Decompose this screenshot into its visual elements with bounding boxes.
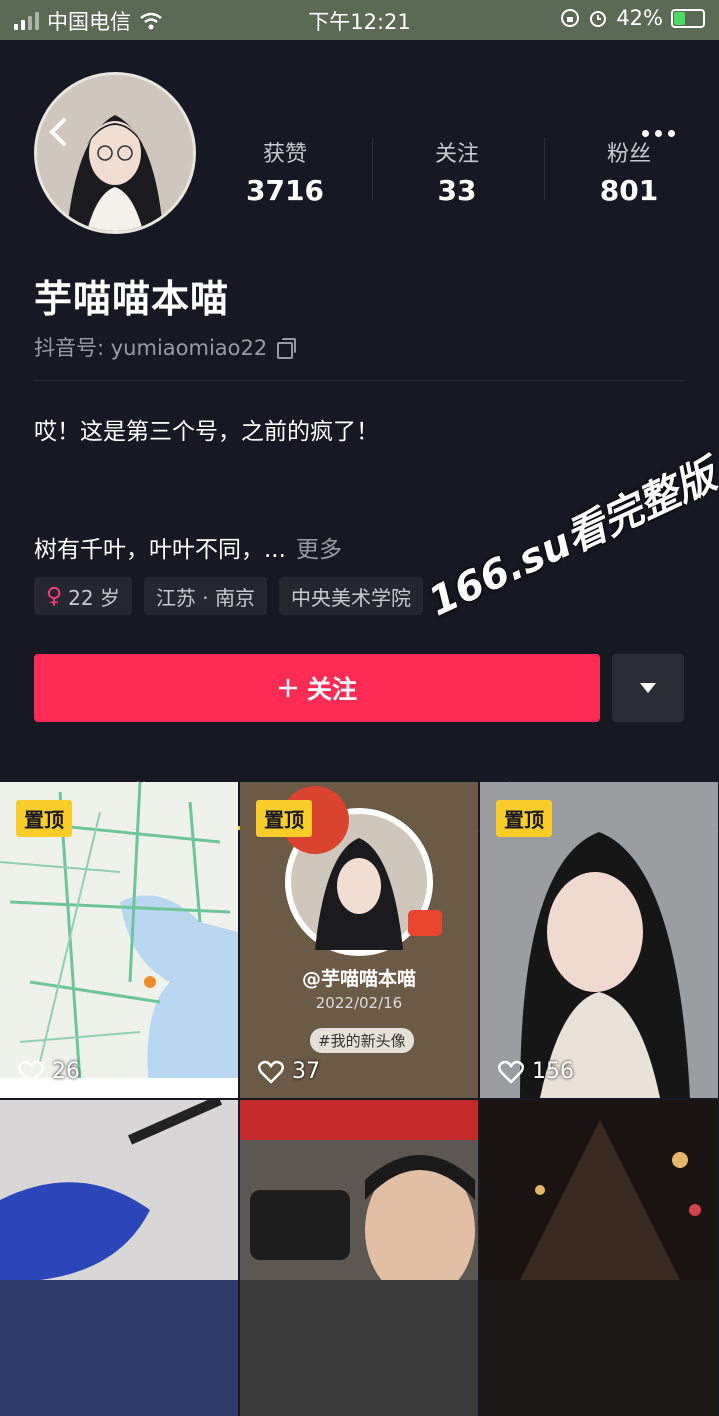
bio-line-1: 哎！这是第三个号，之前的疯了！: [34, 419, 379, 445]
likes-count: 37: [292, 1059, 320, 1084]
profile-name: 芋喵喵本喵: [34, 277, 230, 321]
video-thumbnail[interactable]: 置顶 26: [0, 782, 238, 1098]
avatar[interactable]: [34, 72, 196, 234]
stat-label: 粉丝: [606, 142, 651, 167]
copy-icon[interactable]: [277, 338, 297, 359]
showroom-image: [240, 1100, 478, 1300]
video-likes: 156: [498, 1059, 574, 1084]
video-likes: 37: [258, 1059, 320, 1084]
battery-icon: [671, 8, 705, 28]
overlay-hashtag: #我的新头像: [310, 1028, 414, 1053]
video-thumbnail[interactable]: 置顶 156: [480, 782, 718, 1098]
status-right: 42%: [560, 6, 705, 30]
pinned-badge: 置顶: [496, 800, 552, 837]
battery-percent: 42%: [616, 6, 663, 30]
divider: [34, 380, 685, 381]
heart-icon: [498, 1060, 524, 1084]
female-icon: ♀: [46, 583, 63, 609]
video-thumbnail[interactable]: [240, 1100, 478, 1416]
follow-button[interactable]: 关注: [34, 654, 600, 722]
stat-likes[interactable]: 获赞 3716: [200, 136, 370, 207]
douyin-id-row: 抖音号: yumiaomiao22: [34, 332, 297, 362]
stat-label: 获赞: [262, 142, 307, 167]
watermark-text: 166.su看完整版: [421, 452, 719, 626]
tag-age-label: 22 岁: [68, 585, 120, 610]
rotation-lock-icon: [561, 9, 580, 27]
stat-following[interactable]: 关注 33: [372, 136, 542, 207]
triangle-down-icon: [640, 683, 656, 693]
plus-icon: [278, 679, 297, 697]
stat-followers[interactable]: 粉丝 801: [544, 136, 714, 207]
back-arrow-icon[interactable]: [42, 114, 78, 150]
recommend-dropdown-button[interactable]: [612, 654, 684, 722]
pinned-badge: 置顶: [16, 800, 72, 837]
overlay-name: @芋喵喵本喵: [301, 968, 416, 990]
video-thumbnail[interactable]: [480, 1100, 718, 1416]
stat-value: 33: [437, 174, 477, 207]
stat-label: 关注: [434, 142, 479, 167]
likes-count: 26: [52, 1059, 80, 1084]
bio-text: 树有千叶，叶叶不同，...: [34, 537, 286, 563]
follow-label: 关注: [306, 675, 357, 704]
overlay-date: 2022/02/16: [315, 994, 403, 1012]
video-thumbnail[interactable]: 置顶 @芋喵喵本喵 2022/02/16 #我的新头像 37: [240, 782, 478, 1098]
bio-line-2: 树有千叶，叶叶不同，... 更多: [34, 530, 342, 564]
video-likes: 26: [18, 1059, 80, 1084]
pinned-badge: 置顶: [256, 800, 312, 837]
status-bar: 中国电信 下午12:21 42%: [0, 0, 719, 40]
stat-value: 801: [599, 174, 659, 207]
video-thumbnail[interactable]: [0, 1100, 238, 1416]
stat-value: 3716: [246, 174, 324, 207]
tag-age: ♀ 22 岁: [34, 577, 132, 615]
avatar-image: [37, 75, 193, 231]
douyin-id: 抖音号: yumiaomiao22: [34, 336, 268, 360]
alarm-icon: [590, 11, 607, 27]
profile-tags: ♀ 22 岁 江苏 · 南京 中央美术学院: [34, 577, 424, 615]
heart-icon: [18, 1060, 44, 1084]
night-scene-image: [480, 1100, 718, 1280]
likes-count: 156: [532, 1059, 574, 1084]
snow-scene-image: [0, 1100, 238, 1280]
tag-location: 江苏 · 南京: [143, 577, 268, 615]
tag-school: 中央美术学院: [279, 577, 424, 615]
heart-icon: [258, 1060, 284, 1084]
bio-more-link[interactable]: 更多: [296, 537, 342, 563]
